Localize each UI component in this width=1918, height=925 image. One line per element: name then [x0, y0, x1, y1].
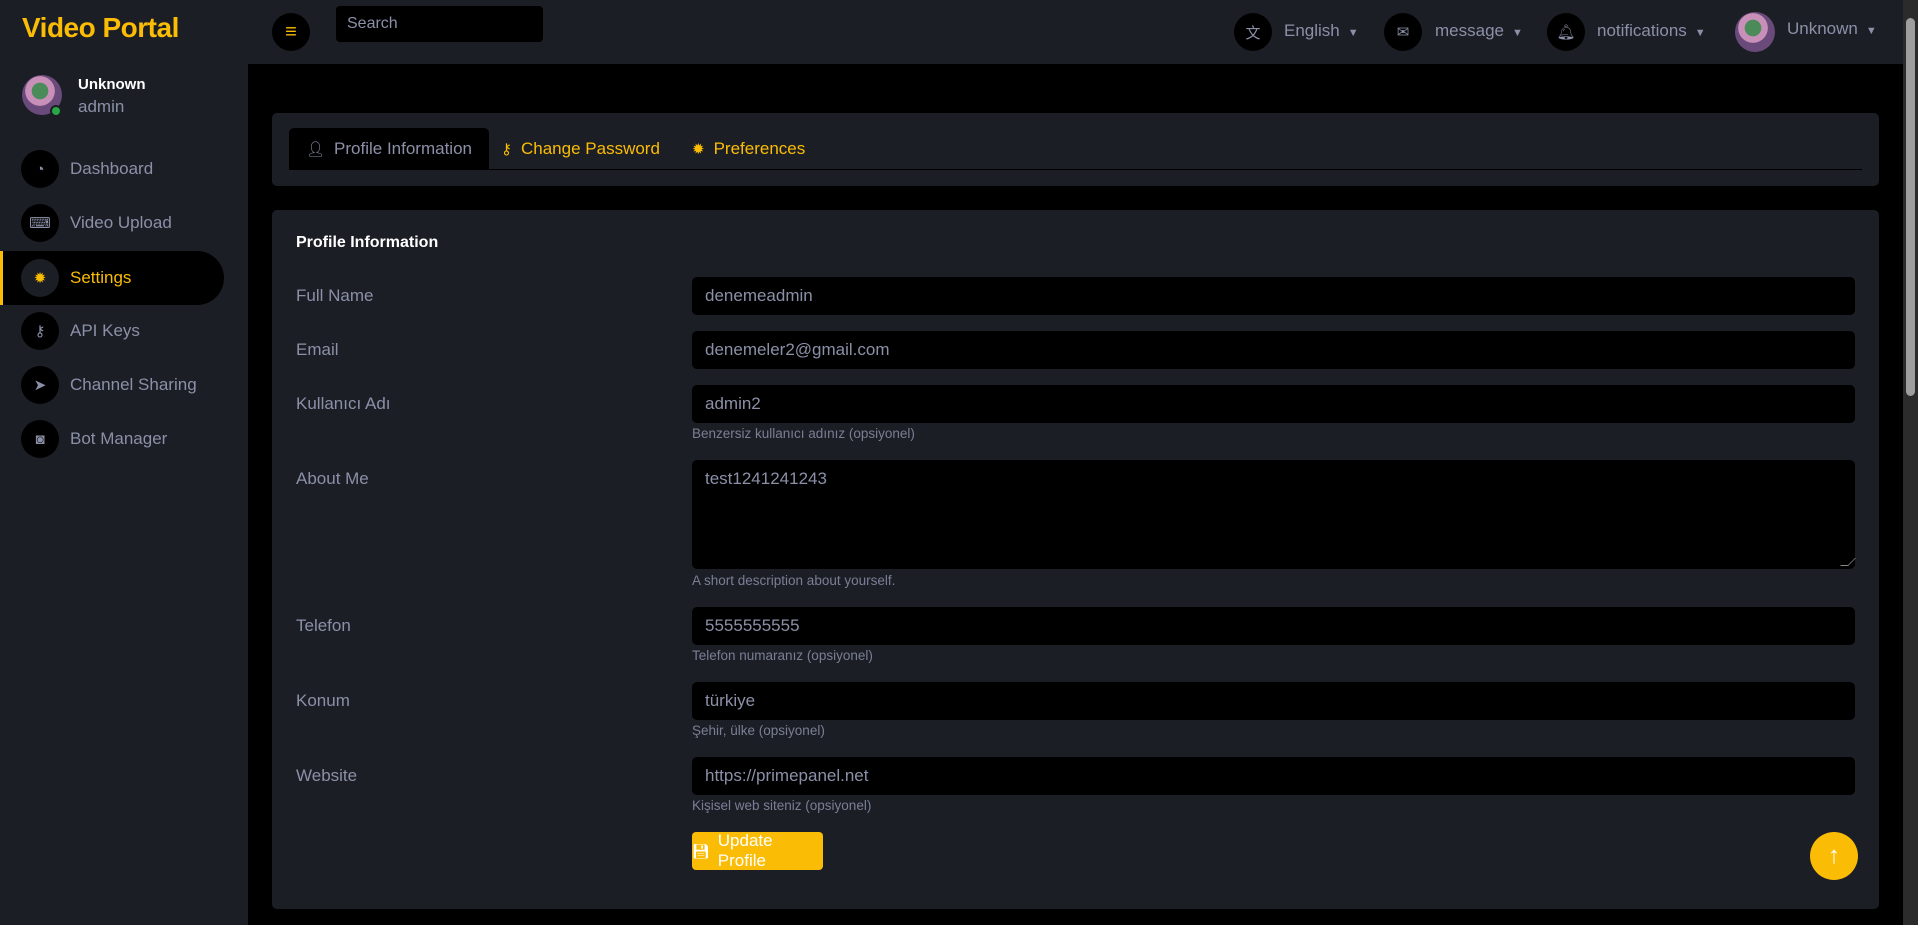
sidebar-item-settings[interactable]: ✹ Settings — [0, 251, 224, 305]
user-dropdown[interactable]: Unknown ▼ — [1787, 19, 1877, 39]
sidebar-item-label: Video Upload — [70, 213, 172, 232]
tab-label: Preferences — [713, 139, 806, 158]
user-role: admin — [78, 97, 125, 116]
settings-tabs: 👤︎ Profile Information ⚷ Change Password ✹… — [272, 113, 1879, 186]
chevron-down-icon: ▼ — [1511, 27, 1523, 39]
language-dropdown[interactable]: English ▼ — [1284, 21, 1359, 41]
sidebar-item-label: API Keys — [70, 321, 140, 340]
about-me-label: About Me — [296, 469, 369, 488]
key-icon: ⚷ — [21, 312, 59, 350]
tab-label: Profile Information — [334, 139, 472, 158]
tab-preferences[interactable]: ✹ Preferences — [692, 128, 805, 170]
search-input[interactable] — [336, 6, 543, 42]
full-name-label: Full Name — [296, 286, 374, 305]
full-name-input[interactable]: denemeadmin — [692, 277, 1855, 315]
tab-label: Change Password — [521, 139, 660, 158]
app-logo[interactable]: Video Portal — [22, 12, 179, 44]
sidebar-item-bot-manager[interactable]: ◙ Bot Manager — [0, 412, 224, 466]
profile-form: Profile Information Full Name denemeadmi… — [272, 210, 1879, 909]
arrow-up-icon: ↑ — [1828, 842, 1840, 869]
user-name: Unknown — [78, 76, 146, 93]
translate-icon[interactable]: 文 — [1234, 13, 1272, 51]
username-input[interactable]: admin2 — [692, 385, 1855, 423]
tab-profile-information[interactable]: 👤︎ Profile Information — [289, 128, 489, 170]
about-me-value: test1241241243 — [705, 469, 827, 488]
sidebar-item-label: Bot Manager — [70, 429, 168, 448]
scrollbar-thumb[interactable] — [1906, 18, 1915, 396]
message-dropdown[interactable]: message ▼ — [1435, 21, 1523, 41]
telegram-icon: ➤ — [21, 366, 59, 404]
scroll-to-top-button[interactable]: ↑ — [1810, 832, 1858, 880]
chevron-down-icon: ▼ — [1347, 27, 1359, 39]
email-input[interactable]: denemeler2@gmail.com — [692, 331, 1855, 369]
phone-help: Telefon numaranız (opsiyonel) — [692, 648, 873, 663]
username-help: Benzersiz kullanıcı adınız (opsiyonel) — [692, 426, 915, 441]
header-avatar[interactable] — [1735, 12, 1775, 52]
online-status-icon — [50, 105, 62, 117]
update-profile-button[interactable]: 💾︎ Update Profile — [692, 831, 823, 870]
notifications-dropdown[interactable]: notifications ▼ — [1597, 21, 1706, 41]
website-input[interactable]: https://primepanel.net — [692, 757, 1855, 795]
phone-input[interactable]: 5555555555 — [692, 607, 1855, 645]
gear-icon: ✹ — [692, 141, 705, 158]
sidebar-item-label: Dashboard — [70, 159, 154, 178]
form-title: Profile Information — [296, 234, 439, 251]
user-icon: 👤︎ — [306, 141, 326, 158]
envelope-icon[interactable]: ✉ — [1384, 13, 1422, 51]
chevron-down-icon: ▼ — [1694, 27, 1706, 39]
notifications-label: notifications — [1597, 21, 1687, 40]
username-label: Kullanıcı Adı — [296, 394, 391, 413]
about-me-textarea[interactable]: test1241241243 — [692, 460, 1856, 569]
location-label: Konum — [296, 691, 350, 710]
keyboard-icon: ⌨ — [21, 204, 59, 242]
sidebar-item-dashboard[interactable]: ◔ Dashboard — [0, 142, 224, 196]
resize-handle-icon[interactable] — [1840, 558, 1856, 566]
bell-icon[interactable]: 🔔︎ — [1547, 13, 1585, 51]
sidebar-item-api-keys[interactable]: ⚷ API Keys — [0, 304, 224, 358]
language-label: English — [1284, 21, 1340, 40]
page-scrollbar[interactable] — [1903, 0, 1918, 925]
tab-change-password[interactable]: ⚷ Change Password — [501, 128, 660, 170]
sidebar: Video Portal Unknown admin ◔ Dashboard ⌨ V… — [0, 0, 248, 925]
location-input[interactable]: türkiye — [692, 682, 1855, 720]
sidebar-item-label: Channel Sharing — [70, 375, 197, 394]
robot-icon: ◙ — [21, 420, 59, 458]
gauge-icon: ◔ — [21, 150, 59, 188]
sidebar-item-channel-sharing[interactable]: ➤ Channel Sharing — [0, 358, 224, 412]
top-header: ≡ 文 English ▼ ✉ message ▼ 🔔︎ notifications… — [248, 0, 1903, 64]
key-icon: ⚷ — [501, 141, 512, 158]
website-help: Kişisel web siteniz (opsiyonel) — [692, 798, 872, 813]
location-help: Şehir, ülke (opsiyonel) — [692, 723, 825, 738]
about-me-help: A short description about yourself. — [692, 573, 896, 588]
sidebar-item-video-upload[interactable]: ⌨ Video Upload — [0, 196, 224, 250]
sidebar-item-label: Settings — [70, 268, 132, 287]
chevron-down-icon: ▼ — [1865, 25, 1877, 37]
save-icon: 💾︎ — [692, 842, 710, 859]
update-profile-label: Update Profile — [717, 831, 773, 870]
email-label: Email — [296, 340, 339, 359]
message-label: message — [1435, 21, 1504, 40]
website-label: Website — [296, 766, 358, 785]
menu-toggle-icon[interactable]: ≡ — [272, 13, 310, 51]
gear-icon: ✹ — [21, 259, 59, 297]
user-menu-label: Unknown — [1787, 19, 1858, 38]
phone-label: Telefon — [296, 616, 351, 635]
